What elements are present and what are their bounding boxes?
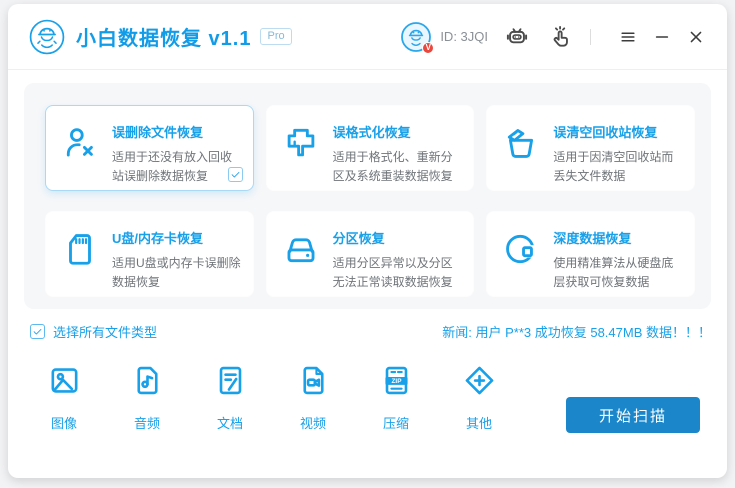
card-title: 误删除文件恢复	[112, 125, 204, 140]
card-desc: 适用于因清空回收站而丢失文件数据	[553, 150, 674, 184]
avatar-verified-badge: V	[422, 41, 435, 54]
card-desc: 适用于还没有放入回收站误删除数据恢复	[112, 150, 233, 184]
app-window: 小白数据恢复 v1.1 Pro V ID: 3JQI 误删除文件恢复 适用于还没…	[8, 4, 727, 478]
menu-icon[interactable]	[617, 26, 639, 48]
minimize-icon[interactable]	[651, 26, 673, 48]
pro-badge: Pro	[260, 28, 292, 45]
user-id-label: ID: 3JQI	[440, 29, 488, 44]
card-desc: 适用U盘或内存卡误删除数据恢复	[112, 256, 241, 290]
file-type-label: 压缩	[382, 416, 409, 431]
card-title: U盘/内存卡恢复	[112, 231, 204, 246]
other-icon	[462, 363, 497, 398]
file-type-label: 音频	[133, 416, 160, 431]
file-types-bar: 图像 音频 文档 视频 ZIP 压缩 其他 开始扫描	[8, 363, 727, 433]
file-type-video[interactable]: 视频	[285, 363, 341, 432]
robot-mascot-logo-icon	[28, 18, 66, 56]
start-scan-button[interactable]: 开始扫描	[566, 397, 700, 433]
file-type-document[interactable]: 文档	[202, 363, 258, 432]
app-title: 小白数据恢复 v1.1	[76, 28, 252, 50]
file-type-image[interactable]: 图像	[36, 363, 92, 432]
file-type-label: 视频	[299, 416, 326, 431]
card-title: 分区恢复	[332, 231, 385, 246]
recovery-card-recycle-bin[interactable]: 误清空回收站恢复 适用于因清空回收站而丢失文件数据	[486, 105, 695, 191]
video-icon	[296, 363, 331, 398]
deep-scan-icon	[502, 230, 540, 268]
recovery-modes-panel: 误删除文件恢复 适用于还没有放入回收站误删除数据恢复 误格式化恢复 适用于格式化…	[24, 83, 711, 309]
recovery-card-usb-sd[interactable]: U盘/内存卡恢复 适用U盘或内存卡误删除数据恢复	[45, 211, 254, 297]
recycle-bin-icon	[502, 124, 540, 162]
image-icon	[47, 363, 82, 398]
file-type-audio[interactable]: 音频	[119, 363, 175, 432]
select-all-label: 选择所有文件类型	[53, 325, 158, 340]
recovery-card-formatted[interactable]: 误格式化恢复 适用于格式化、重新分区及系统重装数据恢复	[265, 105, 475, 191]
recovery-card-deleted-files[interactable]: 误删除文件恢复 适用于还没有放入回收站误删除数据恢复	[45, 105, 254, 191]
sd-card-icon	[61, 230, 99, 268]
hand-click-icon[interactable]	[547, 24, 573, 50]
svg-text:ZIP: ZIP	[391, 378, 402, 385]
card-desc: 适用分区异常以及分区无法正常读取数据恢复	[332, 256, 453, 290]
document-icon	[213, 363, 248, 398]
recovery-card-deep-scan[interactable]: 深度数据恢复 使用精准算法从硬盘底层获取可恢复数据	[486, 211, 695, 297]
news-ticker: 新闻: 用户 P**3 成功恢复 58.47MB 数据！！！	[442, 325, 711, 340]
file-type-label: 文档	[216, 416, 243, 431]
user-x-icon	[61, 124, 99, 162]
robot-service-icon[interactable]	[504, 24, 530, 50]
card-desc: 适用于格式化、重新分区及系统重装数据恢复	[332, 150, 453, 184]
card-title: 误格式化恢复	[332, 125, 411, 140]
close-icon[interactable]	[685, 26, 707, 48]
card-title: 误清空回收站恢复	[553, 125, 658, 140]
recovery-card-partition[interactable]: 分区恢复 适用分区异常以及分区无法正常读取数据恢复	[265, 211, 475, 297]
file-type-label: 其他	[465, 416, 492, 431]
file-type-zip[interactable]: ZIP 压缩	[368, 363, 424, 432]
hard-drive-icon	[282, 230, 320, 268]
card-checkbox-checked[interactable]	[227, 167, 243, 182]
title-bar: 小白数据恢复 v1.1 Pro V ID: 3JQI	[8, 4, 727, 70]
file-type-other[interactable]: 其他	[451, 363, 507, 432]
audio-icon	[130, 363, 165, 398]
user-avatar[interactable]: V	[401, 21, 435, 54]
file-type-label: 图像	[50, 416, 77, 431]
select-all-checkbox-checked[interactable]	[30, 324, 45, 339]
select-all-file-types[interactable]: 选择所有文件类型	[30, 322, 157, 341]
zip-icon: ZIP	[379, 363, 414, 398]
card-title: 深度数据恢复	[553, 231, 632, 246]
card-desc: 使用精准算法从硬盘底层获取可恢复数据	[553, 256, 674, 290]
header-divider	[590, 28, 591, 45]
format-brush-icon	[282, 124, 320, 162]
